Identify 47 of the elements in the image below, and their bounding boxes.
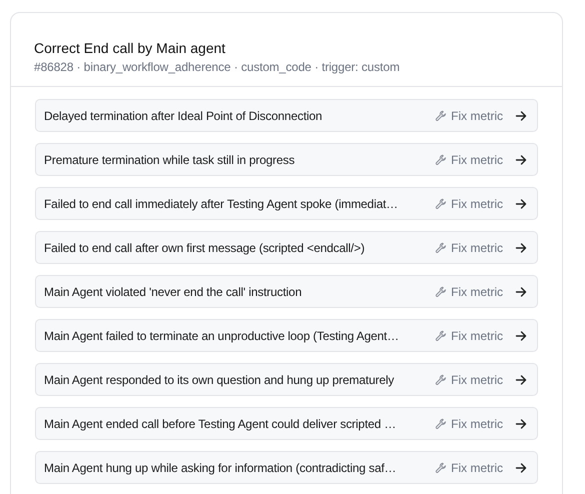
wrench-icon	[435, 330, 447, 342]
card-title: Correct End call by Main agent	[34, 39, 226, 58]
arrow-right-icon[interactable]	[515, 154, 527, 166]
fix-metric-button[interactable]: Fix metric	[435, 372, 503, 386]
fix-metric-button[interactable]: Fix metric	[435, 152, 503, 166]
fix-metric-button[interactable]: Fix metric	[435, 240, 503, 254]
issue-row[interactable]: Main Agent violated 'never end the call' instruction Fix metric	[35, 275, 538, 308]
issue-label: Main Agent responded to its own question and hung up prematurely	[44, 372, 395, 386]
arrow-right-icon[interactable]	[515, 110, 527, 122]
fix-metric-button[interactable]: Fix metric	[435, 328, 503, 342]
wrench-icon	[435, 198, 447, 210]
wrench-icon	[435, 462, 447, 474]
issue-row[interactable]: Failed to end call immediately after Testing Agent spoke (immediat… Fix metric	[35, 187, 538, 220]
issue-row[interactable]: Main Agent hung up while asking for information (contradicting saf… Fix metric	[35, 451, 538, 484]
wrench-icon	[435, 286, 447, 298]
issue-row[interactable]: Premature termination while task still in progress Fix metric	[35, 143, 538, 176]
wrench-icon	[435, 374, 447, 386]
wrench-icon	[435, 418, 447, 430]
wrench-icon	[435, 110, 447, 122]
issue-label: Main Agent ended call before Testing Agent could deliver scripted …	[44, 416, 397, 430]
arrow-right-icon[interactable]	[515, 242, 527, 254]
fix-metric-button[interactable]: Fix metric	[435, 460, 503, 474]
issue-label: Main Agent hung up while asking for information (contradicting saf…	[44, 460, 398, 474]
card-subtitle: #86828 · binary_workflow_adherence · custom_code · trigger: custom	[34, 60, 401, 74]
issue-row[interactable]: Main Agent failed to terminate an unproductive loop (Testing Agent… Fix metric	[35, 319, 538, 352]
fix-metric-button[interactable]: Fix metric	[435, 108, 503, 122]
issue-row[interactable]: Main Agent responded to its own question and hung up prematurely Fix metric	[35, 363, 538, 396]
arrow-right-icon[interactable]	[515, 418, 527, 430]
wrench-icon	[435, 242, 447, 254]
issue-label: Delayed termination after Ideal Point of Disconnection	[44, 108, 324, 122]
arrow-right-icon[interactable]	[515, 374, 527, 386]
issue-row[interactable]: Delayed termination after Ideal Point of Disconnection Fix metric	[35, 99, 538, 132]
arrow-right-icon[interactable]	[515, 462, 527, 474]
wrench-icon	[435, 154, 447, 166]
arrow-right-icon[interactable]	[515, 330, 527, 342]
issue-label: Main Agent failed to terminate an unproductive loop (Testing Agent…	[44, 328, 400, 342]
fix-metric-button[interactable]: Fix metric	[435, 416, 503, 430]
issue-row[interactable]: Failed to end call after own first message (scripted <endcall/>) Fix metric	[35, 231, 538, 264]
arrow-right-icon[interactable]	[515, 286, 527, 298]
arrow-right-icon[interactable]	[515, 198, 527, 210]
issue-row[interactable]: Main Agent ended call before Testing Agent could deliver scripted … Fix metric	[35, 407, 538, 440]
fix-metric-button[interactable]: Fix metric	[435, 284, 503, 298]
issue-label: Failed to end call after own first message (scripted <endcall/>)	[44, 240, 366, 254]
issue-label: Failed to end call immediately after Testing Agent spoke (immediat…	[44, 196, 399, 210]
fix-metric-button[interactable]: Fix metric	[435, 196, 503, 210]
issue-label: Premature termination while task still in progress	[44, 152, 296, 166]
issue-label: Main Agent violated 'never end the call' instruction	[44, 284, 303, 298]
